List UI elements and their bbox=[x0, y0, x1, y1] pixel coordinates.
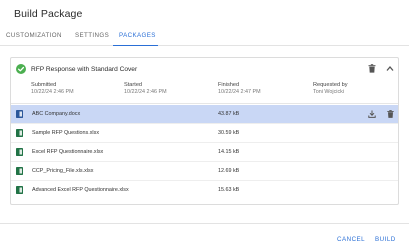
tab-customization[interactable]: CUSTOMIZATION bbox=[6, 32, 62, 39]
file-name: Advanced Excel RFP Questionnaire.xlsx bbox=[32, 187, 129, 193]
tab-packages[interactable]: PACKAGES bbox=[119, 32, 156, 39]
tab-settings[interactable]: SETTINGS bbox=[75, 32, 109, 39]
file-size: 14.15 kB bbox=[218, 149, 240, 155]
file-row[interactable]: ABC Company.docx 43.87 kB bbox=[11, 105, 398, 124]
file-size: 12.69 kB bbox=[218, 168, 240, 174]
trash-icon[interactable] bbox=[387, 110, 394, 118]
dialog-footer: CANCEL BUILD bbox=[0, 223, 409, 250]
file-name: Excel RFP Questionnaire.xlsx bbox=[32, 149, 104, 155]
excel-file-icon bbox=[16, 129, 23, 137]
excel-file-icon bbox=[16, 167, 23, 175]
file-row[interactable]: Sample RFP Questions.xlsx 30.59 kB bbox=[11, 124, 398, 143]
excel-file-icon bbox=[16, 148, 23, 156]
file-row[interactable]: Advanced Excel RFP Questionnaire.xlsx 15… bbox=[11, 181, 398, 200]
package-title: RFP Response with Standard Cover bbox=[31, 66, 138, 73]
file-size: 30.59 kB bbox=[218, 130, 240, 136]
active-tab-indicator bbox=[113, 44, 158, 46]
finished-value: 10/22/24 2:47 PM bbox=[218, 89, 261, 95]
cancel-button[interactable]: CANCEL bbox=[337, 236, 365, 243]
excel-file-icon bbox=[16, 186, 23, 194]
build-button[interactable]: BUILD bbox=[375, 236, 396, 243]
file-name: Sample RFP Questions.xlsx bbox=[32, 130, 100, 136]
submitted-value: 10/22/24 2:46 PM bbox=[31, 89, 74, 95]
started-value: 10/22/24 2:46 PM bbox=[124, 89, 167, 95]
word-file-icon bbox=[16, 110, 23, 118]
started-label: Started bbox=[124, 82, 143, 88]
file-row[interactable]: CCP_Pricing_File.xls.xlsx 12.69 kB bbox=[11, 162, 398, 181]
check-circle-icon bbox=[16, 64, 26, 74]
file-name: ABC Company.docx bbox=[32, 111, 81, 117]
download-icon[interactable] bbox=[368, 110, 376, 118]
finished-label: Finished bbox=[218, 82, 240, 88]
file-size: 43.87 kB bbox=[218, 111, 240, 117]
package-header: RFP Response with Standard Cover Submitt… bbox=[11, 58, 398, 104]
file-size: 15.63 kB bbox=[218, 187, 240, 193]
dialog-title: Build Package bbox=[14, 8, 83, 20]
submitted-label: Submitted bbox=[31, 82, 57, 88]
chevron-up-icon[interactable] bbox=[386, 65, 394, 72]
requested-by-label: Requested by bbox=[313, 82, 348, 88]
trash-icon[interactable] bbox=[368, 64, 376, 73]
requested-by-value: Toni Wojcicki bbox=[313, 89, 345, 95]
file-row[interactable]: Excel RFP Questionnaire.xlsx 14.15 kB bbox=[11, 143, 398, 162]
package-card: RFP Response with Standard Cover Submitt… bbox=[10, 57, 399, 205]
tab-bar: CUSTOMIZATION SETTINGS PACKAGES bbox=[0, 26, 409, 46]
file-name: CCP_Pricing_File.xls.xlsx bbox=[32, 168, 94, 174]
